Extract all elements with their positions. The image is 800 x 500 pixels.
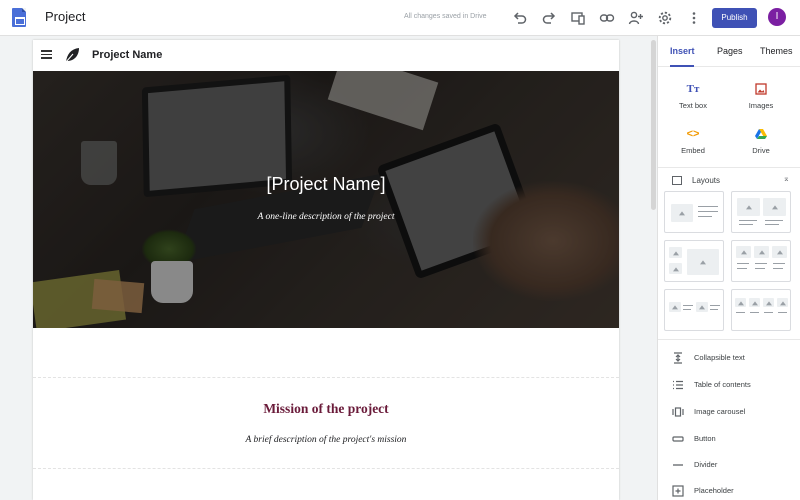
insert-item-label: Images (748, 101, 774, 110)
publish-button[interactable]: Publish (712, 8, 757, 28)
insert-text-box[interactable]: Tт Text box (663, 82, 723, 110)
hero-subtitle[interactable]: A one-line description of the project (33, 212, 619, 222)
insert-collapsible-text[interactable]: Collapsible text (658, 350, 800, 368)
save-status: All changes saved in Drive (404, 13, 487, 20)
insert-image-carousel[interactable]: Image carousel (658, 404, 800, 422)
mission-title[interactable]: Mission of the project (33, 401, 619, 417)
undo-icon[interactable] (512, 10, 528, 26)
insert-item-label: Drive (752, 146, 770, 155)
insert-panel: Insert Pages Themes Tт Text box Images <… (657, 36, 800, 500)
tab-insert[interactable]: Insert (670, 46, 695, 56)
add-person-icon[interactable] (628, 10, 644, 26)
tab-pages[interactable]: Pages (717, 46, 743, 56)
section-divider (33, 468, 619, 469)
insert-item-label: Text box (679, 101, 707, 110)
layout-tile-4[interactable] (731, 240, 791, 282)
component-label: Image carousel (694, 407, 746, 416)
leaf-logo-icon (65, 48, 79, 63)
component-label: Placeholder (694, 486, 734, 495)
button-icon (672, 433, 684, 445)
image-icon (754, 82, 768, 96)
component-label: Divider (694, 460, 718, 469)
layout-tile-3[interactable] (664, 240, 724, 282)
insert-drive[interactable]: Drive (731, 127, 791, 155)
preview-icon[interactable] (570, 10, 586, 26)
layouts-header[interactable]: Layouts (692, 176, 720, 185)
image-carousel-icon (672, 406, 684, 418)
layout-tile-1[interactable] (664, 191, 724, 233)
text-box-icon: Tт (686, 83, 700, 95)
layout-tile-2[interactable] (731, 191, 791, 233)
collapse-icon[interactable]: ⌅ (783, 174, 790, 183)
insert-button[interactable]: Button (658, 431, 800, 449)
menu-icon[interactable] (41, 50, 52, 59)
component-label: Button (694, 434, 716, 443)
divider-icon (672, 459, 684, 471)
redo-icon[interactable] (541, 10, 557, 26)
document-title[interactable]: Project (45, 9, 85, 24)
insert-divider[interactable]: Divider (658, 457, 800, 475)
layout-tile-6[interactable] (731, 289, 791, 331)
site-header: Project Name (33, 40, 619, 71)
top-bar: Project All changes saved in Drive Publi… (0, 0, 800, 36)
tab-themes[interactable]: Themes (760, 46, 793, 56)
section-divider (33, 377, 619, 378)
placeholder-icon (672, 485, 684, 497)
site-name[interactable]: Project Name (92, 49, 162, 61)
link-icon[interactable] (599, 10, 615, 26)
more-vert-icon[interactable] (686, 10, 702, 26)
canvas-scrollbar[interactable] (651, 40, 656, 210)
insert-placeholder[interactable]: Placeholder (658, 483, 800, 500)
panel-tabs: Insert Pages Themes (658, 36, 800, 67)
avatar[interactable]: I (768, 8, 786, 26)
panel-separator (658, 339, 800, 340)
embed-icon: <> (686, 128, 700, 140)
sites-logo-icon[interactable] (12, 8, 26, 27)
insert-item-label: Embed (681, 146, 705, 155)
hero-banner[interactable]: [Project Name] A one-line description of… (33, 71, 619, 328)
insert-table-of-contents[interactable]: Table of contents (658, 377, 800, 395)
site-canvas[interactable]: Project Name [Project Name] A one-line d… (33, 40, 619, 500)
table-of-contents-icon (672, 379, 684, 391)
component-label: Table of contents (694, 380, 751, 389)
layouts-icon (672, 176, 682, 185)
insert-images[interactable]: Images (731, 82, 791, 110)
mission-description[interactable]: A brief description of the project's mis… (33, 435, 619, 445)
hero-overlay (33, 71, 619, 328)
hero-title[interactable]: [Project Name] (33, 174, 619, 195)
active-tab-indicator (670, 65, 694, 67)
component-label: Collapsible text (694, 353, 745, 362)
insert-embed[interactable]: <> Embed (663, 127, 723, 155)
drive-icon (754, 127, 768, 141)
collapsible-text-icon (672, 352, 684, 364)
layout-tile-5[interactable] (664, 289, 724, 331)
gear-icon[interactable] (657, 10, 673, 26)
panel-separator (658, 167, 800, 168)
